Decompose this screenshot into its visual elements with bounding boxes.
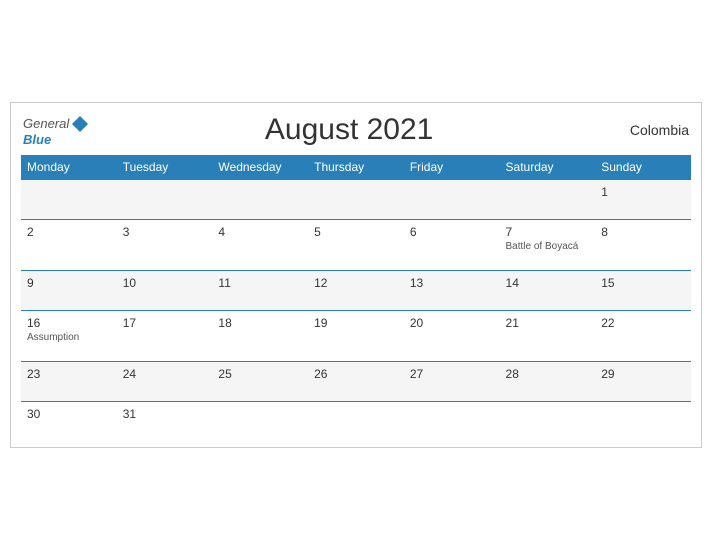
day-cell: 2 [21,220,117,271]
day-event: Assumption [27,332,111,343]
logo-flag-icon [71,115,89,133]
weekday-header-row: MondayTuesdayWednesdayThursdayFridaySatu… [21,155,691,180]
week-row-1: 1 [21,180,691,220]
calendar-container: General Blue August 2021 Colombia Monday… [10,102,702,448]
day-cell: 12 [308,271,404,311]
day-number: 31 [123,407,207,421]
week-row-2: 234567 Battle of Boyacá 8 [21,220,691,271]
day-number: 11 [218,276,302,290]
day-number: 2 [27,225,111,239]
day-number: 4 [218,225,302,239]
day-cell: 22 [595,311,691,362]
day-cell: 9 [21,271,117,311]
weekday-monday: Monday [21,155,117,180]
day-number: 29 [601,367,685,381]
country-name: Colombia [609,122,689,138]
day-number: 17 [123,316,207,330]
day-cell: 14 [500,271,596,311]
day-number: 15 [601,276,685,290]
day-number: 14 [506,276,590,290]
day-number: 6 [410,225,494,239]
day-cell: 24 [117,362,213,402]
day-number: 8 [601,225,685,239]
day-number: 12 [314,276,398,290]
day-cell: 4 [212,220,308,271]
week-row-3: 9 10 11 12 13 14 15 [21,271,691,311]
day-cell [212,180,308,220]
day-cell: 1 [595,180,691,220]
day-number: 13 [410,276,494,290]
day-cell: 25 [212,362,308,402]
day-number: 21 [506,316,590,330]
day-cell: 28 [500,362,596,402]
day-cell: 17 [117,311,213,362]
weekday-saturday: Saturday [500,155,596,180]
day-number: 24 [123,367,207,381]
day-cell: 27 [404,362,500,402]
day-cell: 16 Assumption [21,311,117,362]
weekday-sunday: Sunday [595,155,691,180]
day-cell: 5 [308,220,404,271]
day-cell [500,402,596,442]
day-number: 5 [314,225,398,239]
day-cell: 23 [21,362,117,402]
day-cell: 7 Battle of Boyacá [500,220,596,271]
day-event: Battle of Boyacá [506,241,590,252]
logo: General Blue [23,115,89,146]
day-cell: 10 [117,271,213,311]
calendar-header: General Blue August 2021 Colombia [21,113,691,147]
day-number: 20 [410,316,494,330]
weekday-thursday: Thursday [308,155,404,180]
weekday-wednesday: Wednesday [212,155,308,180]
weekday-tuesday: Tuesday [117,155,213,180]
day-number: 16 [27,316,111,330]
day-number: 27 [410,367,494,381]
week-row-6: 30 31 [21,402,691,442]
month-title: August 2021 [89,113,609,147]
day-cell: 26 [308,362,404,402]
weekday-friday: Friday [404,155,500,180]
day-cell: 19 [308,311,404,362]
day-cell: 8 [595,220,691,271]
week-row-4: 16 Assumption 17 18 19 20 21 22 [21,311,691,362]
day-cell: 11 [212,271,308,311]
day-number: 9 [27,276,111,290]
day-cell: 20 [404,311,500,362]
day-cell [595,402,691,442]
day-cell: 13 [404,271,500,311]
day-number: 3 [123,225,207,239]
day-number: 23 [27,367,111,381]
day-cell: 29 [595,362,691,402]
day-number: 18 [218,316,302,330]
day-cell: 31 [117,402,213,442]
day-number: 19 [314,316,398,330]
day-cell [212,402,308,442]
day-cell [500,180,596,220]
logo-general-text: General [23,117,69,130]
day-number: 28 [506,367,590,381]
day-cell [21,180,117,220]
day-cell [308,402,404,442]
day-cell: 18 [212,311,308,362]
day-cell [404,180,500,220]
day-cell: 30 [21,402,117,442]
day-number: 10 [123,276,207,290]
calendar-grid: MondayTuesdayWednesdayThursdayFridaySatu… [21,155,691,441]
day-number: 7 [506,225,590,239]
day-cell: 3 [117,220,213,271]
week-row-5: 23 24 25 26 27 28 29 [21,362,691,402]
day-number: 26 [314,367,398,381]
day-cell: 21 [500,311,596,362]
day-cell: 6 [404,220,500,271]
day-number: 1 [601,185,685,199]
day-cell: 15 [595,271,691,311]
day-number: 25 [218,367,302,381]
logo-blue-text: Blue [23,133,51,146]
day-cell [404,402,500,442]
day-number: 22 [601,316,685,330]
day-cell [117,180,213,220]
day-cell [308,180,404,220]
day-number: 30 [27,407,111,421]
